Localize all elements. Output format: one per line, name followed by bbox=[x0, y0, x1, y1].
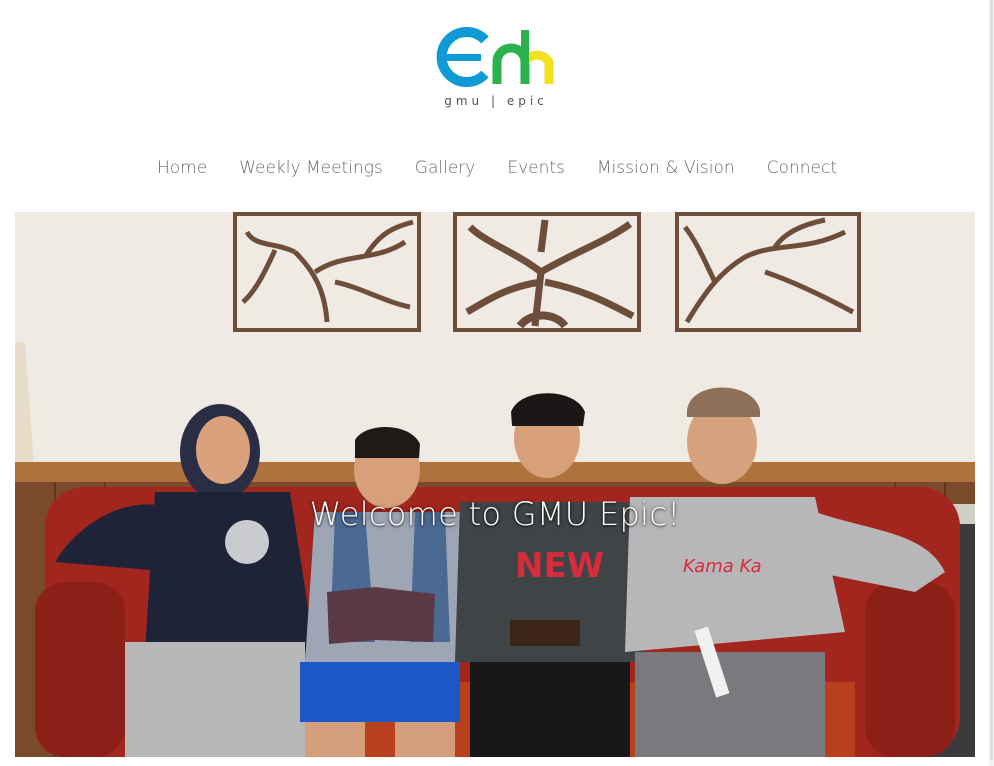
nav-item-connect[interactable]: Connect bbox=[751, 154, 853, 182]
nav-item-mission-vision[interactable]: Mission & Vision bbox=[581, 154, 751, 182]
logo-text: gmu | epic bbox=[444, 94, 548, 108]
nav-item-weekly-meetings[interactable]: Weekly Meetings bbox=[223, 154, 399, 182]
nav-item-gallery[interactable]: Gallery bbox=[399, 154, 492, 182]
main-nav: Home Weekly Meetings Gallery Events Miss… bbox=[0, 154, 994, 182]
nav-item-events[interactable]: Events bbox=[491, 154, 581, 182]
site-header: gmu | epic Home Weekly Meetings Gallery … bbox=[0, 0, 994, 212]
svg-text:Kama Ka: Kama Ka bbox=[683, 556, 762, 577]
svg-text:NEW: NEW bbox=[515, 546, 604, 586]
site-logo[interactable]: gmu | epic bbox=[435, 24, 557, 116]
nav-item-home[interactable]: Home bbox=[141, 154, 223, 182]
hero-title: Welcome to GMU Epic! bbox=[309, 495, 681, 534]
hero-photo: NEW Kama Ka bbox=[15, 212, 975, 757]
logo-mark-icon bbox=[436, 27, 554, 87]
hero-banner: NEW Kama Ka Welcome to GMU Epic! bbox=[15, 212, 975, 757]
